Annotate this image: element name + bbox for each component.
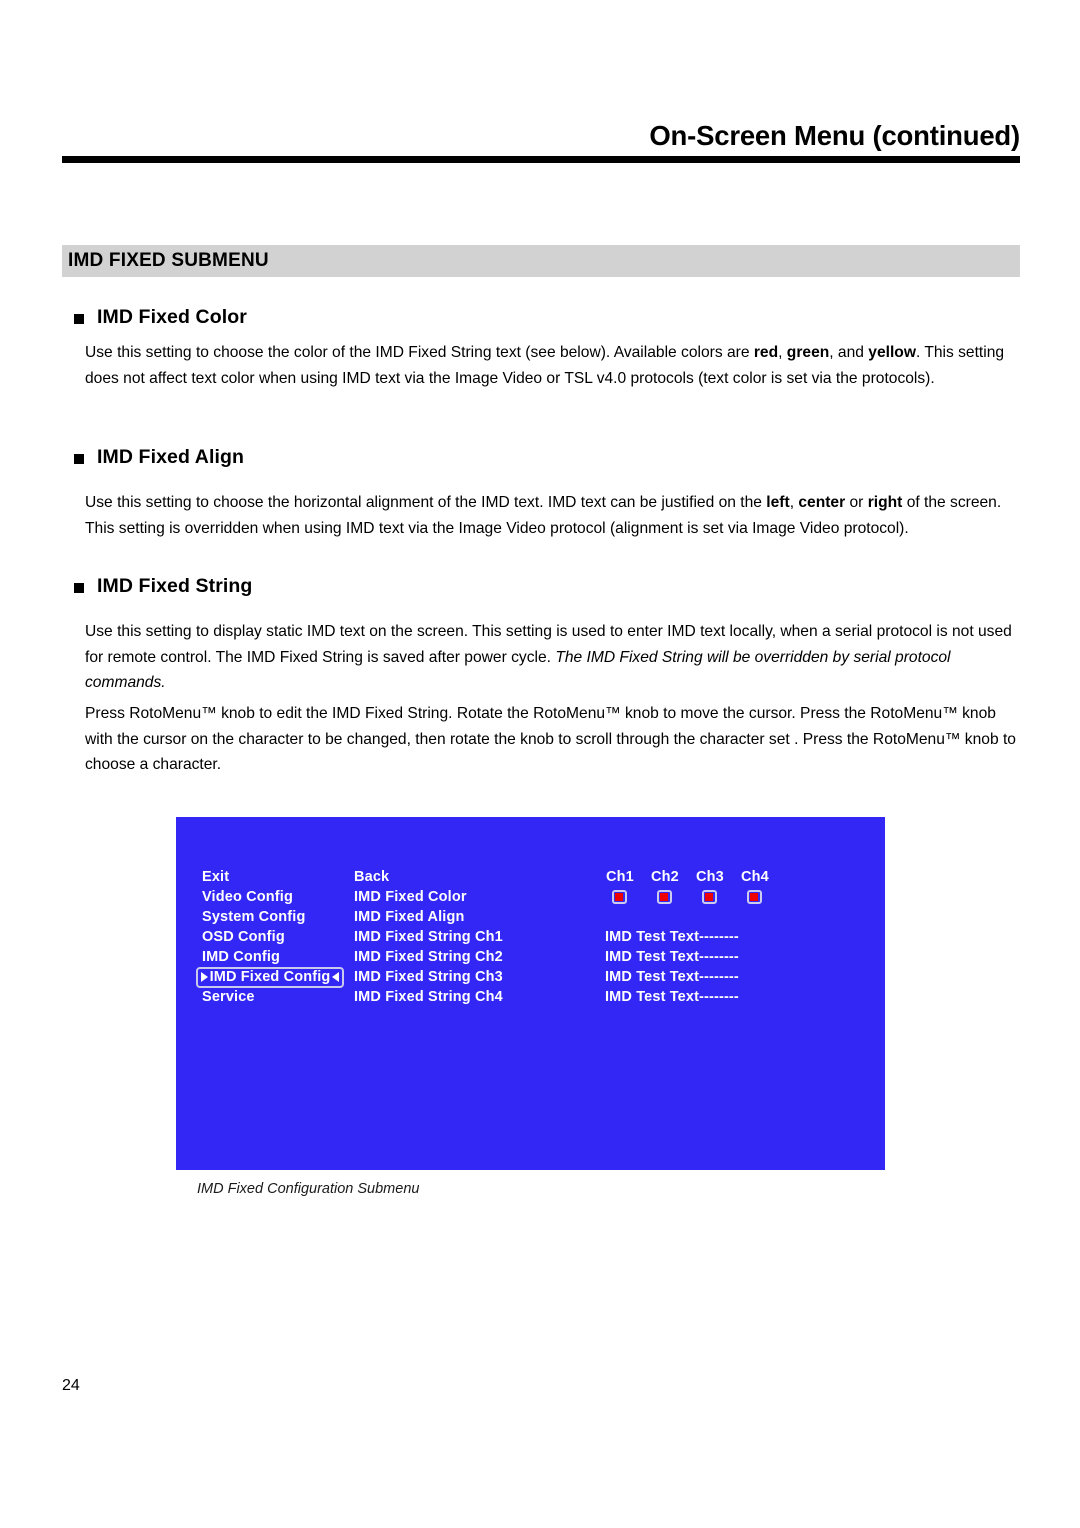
channel-led-ch4[interactable] <box>741 890 767 904</box>
header-divider <box>62 155 1020 163</box>
osd-value-ch2[interactable]: IMD Test Text-------- <box>599 949 739 965</box>
osd-row: Video Config IMD Fixed Color <box>202 887 862 907</box>
osd-left-item-system-config[interactable]: System Config <box>202 909 305 925</box>
paragraph-imd-fixed-align: Use this setting to choose the horizonta… <box>85 494 1002 537</box>
osd-left-item-osd-config[interactable]: OSD Config <box>202 929 285 945</box>
page-number: 24 <box>62 1377 80 1394</box>
osd-left-column-cell[interactable]: OSD Config <box>202 927 354 947</box>
subheading-imd-fixed-string: IMD Fixed String <box>74 575 252 598</box>
osd-left-column-cell[interactable]: IMD Fixed Config <box>196 966 354 988</box>
osd-right-column-cell: IMD Test Text-------- <box>599 927 862 947</box>
cursor-right-arrow-icon <box>201 972 208 982</box>
channel-header-ch1: Ch1 <box>606 869 634 885</box>
osd-mid-item-back[interactable]: Back <box>354 869 389 885</box>
osd-row: OSD Config IMD Fixed String Ch1 IMD Test… <box>202 927 862 947</box>
subheading-label: IMD Fixed String <box>97 575 253 597</box>
osd-mid-column-cell[interactable]: IMD Fixed String Ch3 <box>354 967 599 987</box>
osd-row: System Config IMD Fixed Align <box>202 907 862 927</box>
figure-caption: IMD Fixed Configuration Submenu <box>197 1181 420 1197</box>
osd-mid-item-imd-fixed-align[interactable]: IMD Fixed Align <box>354 909 464 925</box>
osd-right-column-cell: Ch1 Ch2 Ch3 Ch4 <box>599 867 862 887</box>
section-title: IMD FIXED SUBMENU <box>68 250 269 271</box>
page-title: On-Screen Menu (continued) <box>649 120 1020 151</box>
osd-row: Exit Back Ch1 Ch2 Ch3 Ch4 <box>202 867 862 887</box>
channel-header-ch4: Ch4 <box>741 869 769 885</box>
osd-left-item-service[interactable]: Service <box>202 989 255 1005</box>
osd-mid-column-cell[interactable]: IMD Fixed Align <box>354 907 599 927</box>
osd-right-column-cell: IMD Test Text-------- <box>599 987 862 1007</box>
osd-mid-column-cell[interactable]: IMD Fixed String Ch1 <box>354 927 599 947</box>
channel-led-ch2[interactable] <box>651 890 677 904</box>
bullet-square-icon <box>74 582 84 593</box>
osd-left-item-exit[interactable]: Exit <box>202 869 229 885</box>
osd-row: IMD Config IMD Fixed String Ch2 IMD Test… <box>202 947 862 967</box>
paragraph-imd-fixed-string-2: Press RotoMenu™ knob to edit the IMD Fix… <box>85 705 1016 773</box>
osd-mid-column-cell[interactable]: Back <box>354 867 599 887</box>
channel-led-ch3[interactable] <box>696 890 722 904</box>
osd-mid-column-cell[interactable]: IMD Fixed Color <box>354 887 599 907</box>
osd-right-column-cell: IMD Test Text-------- <box>599 947 862 967</box>
osd-selected-label: IMD Fixed Config <box>209 969 331 985</box>
osd-mid-item-imd-fixed-string-ch3[interactable]: IMD Fixed String Ch3 <box>354 969 503 985</box>
osd-left-column-cell[interactable]: System Config <box>202 907 354 927</box>
osd-value-ch3[interactable]: IMD Test Text-------- <box>599 969 739 985</box>
channel-indicator-row <box>599 890 862 904</box>
page-header: On-Screen Menu (continued) <box>62 120 1020 163</box>
osd-row: IMD Fixed Config IMD Fixed String Ch3 IM… <box>196 966 862 988</box>
osd-mid-item-imd-fixed-string-ch4[interactable]: IMD Fixed String Ch4 <box>354 989 503 1005</box>
osd-right-column-cell <box>599 890 862 904</box>
osd-left-column-cell[interactable]: Service <box>202 987 354 1007</box>
osd-mid-column-cell[interactable]: IMD Fixed String Ch4 <box>354 987 599 1007</box>
subheading-label: IMD Fixed Color <box>97 306 247 328</box>
subheading-imd-fixed-color: IMD Fixed Color <box>74 306 247 329</box>
osd-mid-item-imd-fixed-color[interactable]: IMD Fixed Color <box>354 889 467 905</box>
osd-left-column-cell[interactable]: Exit <box>202 867 354 887</box>
channel-header-ch2: Ch2 <box>651 869 679 885</box>
osd-left-item-imd-config[interactable]: IMD Config <box>202 949 280 965</box>
osd-left-item-video-config[interactable]: Video Config <box>202 889 293 905</box>
channel-led-ch1[interactable] <box>606 890 632 904</box>
osd-left-column-cell[interactable]: Video Config <box>202 887 354 907</box>
subheading-label: IMD Fixed Align <box>97 446 245 468</box>
bullet-square-icon <box>74 453 84 464</box>
paragraph-imd-fixed-string-1: Use this setting to display static IMD t… <box>85 623 1012 691</box>
osd-mid-item-imd-fixed-string-ch2[interactable]: IMD Fixed String Ch2 <box>354 949 503 965</box>
osd-value-ch4[interactable]: IMD Test Text-------- <box>599 989 739 1005</box>
section-title-band: IMD FIXED SUBMENU <box>62 245 1020 277</box>
osd-left-item-imd-fixed-config-selected[interactable]: IMD Fixed Config <box>196 966 344 988</box>
osd-mid-column-cell[interactable]: IMD Fixed String Ch2 <box>354 947 599 967</box>
osd-left-column-cell[interactable]: IMD Config <box>202 947 354 967</box>
osd-row: Service IMD Fixed String Ch4 IMD Test Te… <box>202 987 862 1007</box>
subheading-imd-fixed-align: IMD Fixed Align <box>74 446 244 469</box>
osd-value-ch1[interactable]: IMD Test Text-------- <box>599 929 739 945</box>
bullet-square-icon <box>74 313 84 324</box>
channel-header-ch3: Ch3 <box>696 869 724 885</box>
channel-header-row: Ch1 Ch2 Ch3 Ch4 <box>599 867 862 887</box>
osd-right-column-cell: IMD Test Text-------- <box>599 967 862 987</box>
paragraph-imd-fixed-color: Use this setting to choose the color of … <box>85 344 1005 387</box>
osd-menu-screenshot: Exit Back Ch1 Ch2 Ch3 Ch4 Video Config I… <box>176 817 885 1170</box>
osd-menu-grid: Exit Back Ch1 Ch2 Ch3 Ch4 Video Config I… <box>196 867 862 1007</box>
osd-mid-item-imd-fixed-string-ch1[interactable]: IMD Fixed String Ch1 <box>354 929 503 945</box>
cursor-left-arrow-icon <box>332 972 339 982</box>
